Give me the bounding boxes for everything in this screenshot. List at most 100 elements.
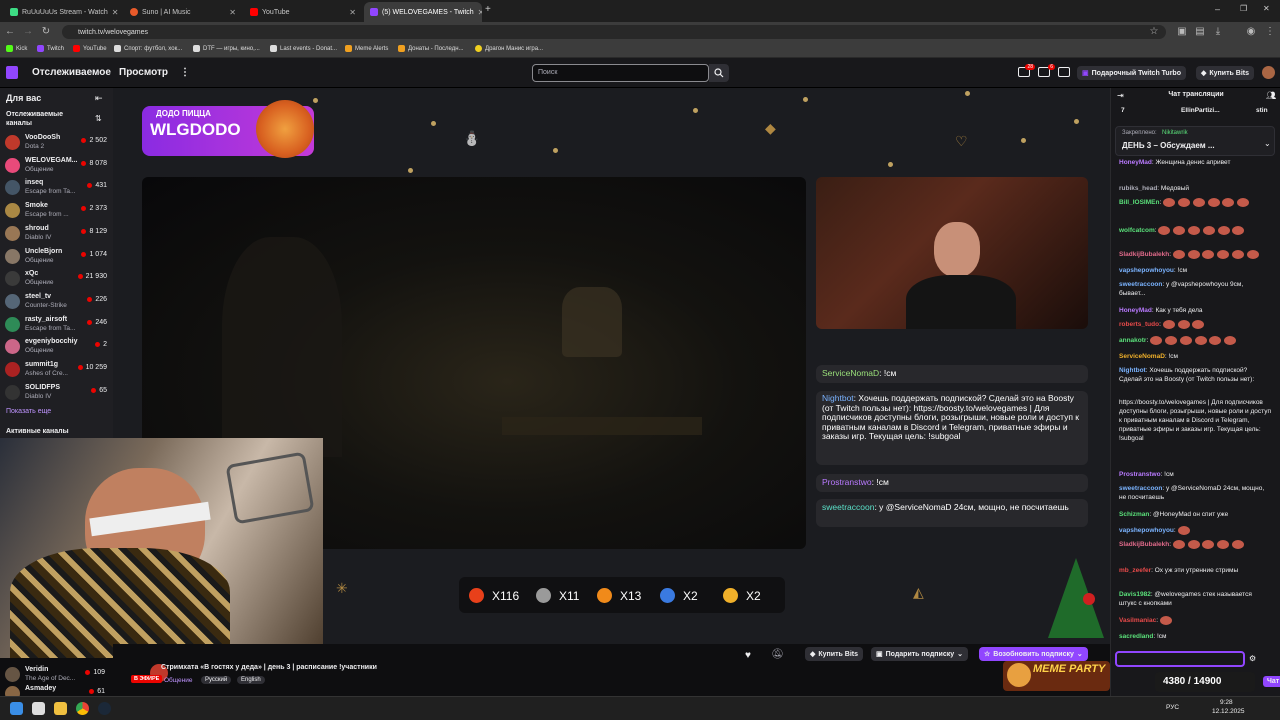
extensions-icon[interactable]: ▣ <box>1176 26 1188 37</box>
bookmark-item[interactable]: Meme Alerts <box>345 45 388 52</box>
collapse-sidebar-icon[interactable]: ⇤ <box>95 93 103 104</box>
sidebar-channel[interactable]: rasty_airsoft Escape from Ta... 246 <box>5 314 109 336</box>
close-icon[interactable]: ✕ <box>349 8 356 17</box>
chat-message[interactable]: sweetraccoon: у @ServiceNomaD 24см, мощн… <box>1119 484 1271 502</box>
explorer-icon[interactable] <box>54 702 67 715</box>
resubscribe-button[interactable]: ☆ Возобновить подписку ⌄ <box>979 647 1088 661</box>
chat-message[interactable]: HoneyMad: Женщина денис апривет <box>1119 158 1271 167</box>
minimize-icon[interactable]: – <box>1215 4 1220 14</box>
address-bar[interactable]: twitch.tv/welovegames <box>62 25 1166 39</box>
stream-buy-bits-button[interactable]: ◆ Купить Bits <box>805 647 863 661</box>
sidebar-channel[interactable]: xQc Общение 21 930 <box>5 268 109 290</box>
stream-category[interactable]: Общение <box>164 677 193 684</box>
sidebar-channel[interactable]: Smoke Escape from ... 2 373 <box>5 200 109 222</box>
chat-input[interactable] <box>1115 651 1245 667</box>
chat-message[interactable]: ServiceNomaD: !см <box>1119 352 1271 361</box>
menu-icon[interactable]: ⋮ <box>1264 26 1276 37</box>
notifications-icon[interactable]: 6 <box>1038 64 1055 77</box>
start-icon[interactable] <box>10 702 23 715</box>
settings-icon[interactable]: ⚙ <box>1249 654 1256 663</box>
sidebar-channel[interactable]: summit1g Ashes of Cre... 10 259 <box>5 359 109 381</box>
profile-icon[interactable]: ◉ <box>1245 26 1257 37</box>
user-avatar[interactable] <box>1262 66 1275 79</box>
bookmark-item[interactable]: Донаты - Последн... <box>398 45 464 52</box>
bookmark-star-icon[interactable]: ☆ <box>1148 26 1160 37</box>
notifications-off-icon[interactable]: 🔕︎ <box>771 649 784 660</box>
bookmark-item[interactable]: Kick <box>6 45 27 52</box>
turbo-button[interactable]: ▣ Подарочный Twitch Turbo <box>1077 66 1186 80</box>
back-icon[interactable]: ← <box>4 26 16 37</box>
browser-tab-1[interactable]: RuUuUuUs Stream - Watch ✕ <box>4 2 122 22</box>
sidebar-channel[interactable]: WELOVEGAM... Общение 8 078 <box>5 155 109 177</box>
browser-tab-4[interactable]: (5) WELOVEGAMES - Twitch ✕ <box>364 2 482 22</box>
search-input[interactable]: Поиск <box>532 64 709 82</box>
chat-message[interactable]: mb_zeefer: Ох уж эти утренние стримы <box>1119 566 1271 575</box>
chat-message[interactable]: SladkijBubalekh: <box>1119 540 1271 549</box>
gift-sub-button[interactable]: ▣ Подарить подписку ⌄ <box>871 647 968 661</box>
chat-message[interactable]: SladkijBubalekh: <box>1119 250 1271 259</box>
chat-message[interactable]: roberts_tudo: <box>1119 320 1271 329</box>
chat-message[interactable]: HoneyMad: Как у тебя дела <box>1119 306 1271 315</box>
browser-tab-2[interactable]: Suno | AI Music ✕ <box>124 2 242 22</box>
chat-message[interactable]: https://boosty.to/welovegames | Для подп… <box>1119 398 1271 443</box>
yandex-icon[interactable] <box>32 702 45 715</box>
clock-time[interactable]: 9:28 <box>1220 699 1233 706</box>
follow-heart-icon[interactable]: ♥ <box>745 650 751 661</box>
bookmark-item[interactable]: Last events - Donat... <box>270 45 337 52</box>
sidebar-channel[interactable]: evgeniybocchiy Общение 2 <box>5 336 109 358</box>
forward-icon[interactable]: → <box>22 26 34 37</box>
clock-date[interactable]: 12.12.2025 <box>1212 708 1245 715</box>
steam-icon[interactable] <box>98 702 111 715</box>
chat-message[interactable]: Nightbot: Хочешь поддержать подпиской? С… <box>1119 366 1271 384</box>
chat-message[interactable]: Schizman: @HoneyMad он спит уже <box>1119 510 1271 519</box>
sidebar-channel[interactable]: steel_tv Counter-Strike 226 <box>5 291 109 313</box>
chat-message[interactable]: rubiks_head: Медовый <box>1119 184 1271 193</box>
chevron-down-icon[interactable]: ⌄ <box>1264 139 1271 148</box>
tag[interactable]: Русский <box>201 676 232 684</box>
bookmark-item[interactable]: DTF — игры, кино,... <box>193 45 260 52</box>
reload-icon[interactable]: ↻ <box>40 26 52 37</box>
more-icon[interactable]: ⋮ <box>180 67 190 78</box>
chat-message[interactable]: Prostranstwo: !см <box>1119 470 1271 479</box>
chat-message[interactable]: vapshepowhoyou: !см <box>1119 266 1271 275</box>
chat-message[interactable]: vapshepowhoyou: <box>1119 526 1271 535</box>
browser-tab-3[interactable]: YouTube ✕ <box>244 2 362 22</box>
chat-message[interactable]: Davis1982: @welovegames стек называется … <box>1119 590 1271 608</box>
chat-send-button[interactable]: Чат <box>1263 676 1280 687</box>
buy-bits-button[interactable]: ◆ Купить Bits <box>1196 66 1254 80</box>
sidebar-channel[interactable]: UncleBjorn Общение 1 074 <box>5 246 109 268</box>
chat-message[interactable]: sacredland: !см <box>1119 632 1271 641</box>
tag[interactable]: English <box>237 676 265 684</box>
nav-browse[interactable]: Просмотр <box>119 67 168 78</box>
chrome-icon[interactable] <box>76 702 89 715</box>
chat-message[interactable]: annakotr: <box>1119 336 1271 345</box>
new-tab-icon[interactable]: + <box>485 4 491 15</box>
bookmark-item[interactable]: Драгон Манис игра... <box>475 45 543 52</box>
bookmark-item[interactable]: Twitch <box>37 45 64 52</box>
inbox-icon[interactable]: 28 <box>1018 64 1035 77</box>
maximize-icon[interactable]: ❐ <box>1240 4 1247 13</box>
twitch-logo-icon[interactable] <box>6 66 18 79</box>
sidebar-channel[interactable]: inseq Escape from Ta... 431 <box>5 177 109 199</box>
language-indicator[interactable]: РУС <box>1166 704 1179 711</box>
sidebar-channel[interactable]: SOLIDFPS Diablo IV 65 <box>5 382 109 404</box>
sort-icon[interactable]: ⇅ <box>95 114 102 123</box>
chat-message[interactable]: sweetraccoon: у @vapshepowhoyou 9см, быв… <box>1119 280 1271 298</box>
close-icon[interactable]: ✕ <box>478 8 482 17</box>
sidebar-channel[interactable]: VooDooSh Dota 2 2 502 <box>5 132 109 154</box>
sidebar-channel[interactable]: shroud Diablo IV 8 129 <box>5 223 109 245</box>
chat-message[interactable]: Bill_IOSIMEn: <box>1119 198 1271 207</box>
download-icon[interactable]: ⤓ <box>1212 26 1224 37</box>
bookmark-item[interactable]: YouTube <box>73 45 107 52</box>
sidebar-channel[interactable]: Asmadey 61 <box>5 683 109 696</box>
close-icon[interactable]: ✕ <box>112 8 119 17</box>
search-button[interactable] <box>709 64 729 82</box>
close-icon[interactable]: ✕ <box>229 8 236 17</box>
close-window-icon[interactable]: ✕ <box>1263 4 1270 13</box>
whispers-icon[interactable] <box>1058 67 1070 77</box>
sidepanel-icon[interactable]: ▤ <box>1194 26 1206 37</box>
nav-following[interactable]: Отслеживаемое <box>32 67 111 78</box>
bookmark-item[interactable]: Спорт: футбол, хок... <box>114 45 182 52</box>
pinned-message[interactable]: Закреплено: Nikitawrik ДЕНЬ 3 – Обсуждае… <box>1115 126 1275 156</box>
chat-message[interactable]: Vasilmaniac: <box>1119 616 1271 625</box>
